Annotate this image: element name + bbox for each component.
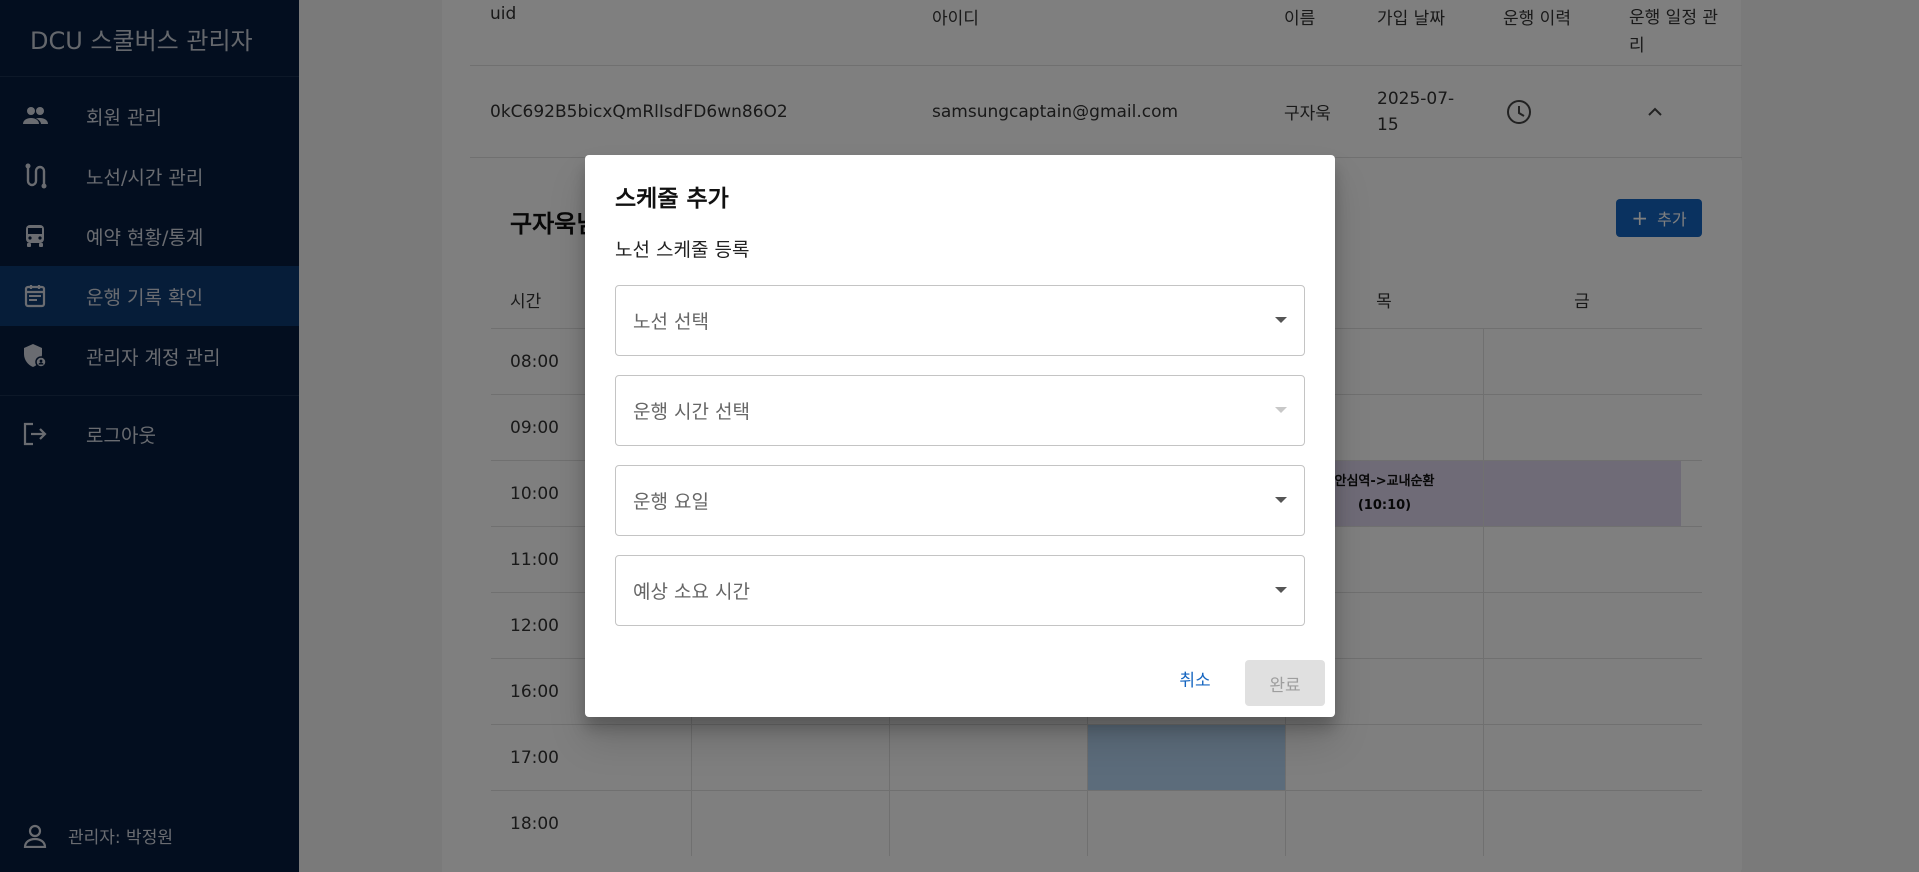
dropdown-arrow-icon <box>1275 317 1287 323</box>
time-select[interactable]: 운행 시간 선택 <box>615 375 1305 446</box>
route-select[interactable]: 노선 선택 <box>615 285 1305 356</box>
route-select-label: 노선 선택 <box>633 311 709 333</box>
time-select-label: 운행 시간 선택 <box>633 401 750 423</box>
weekday-select[interactable]: 운행 요일 <box>615 465 1305 536</box>
dropdown-arrow-icon <box>1275 587 1287 593</box>
add-schedule-dialog: 스케줄 추가 노선 스케줄 등록 노선 선택 운행 시간 선택 운행 요일 예상… <box>585 155 1335 717</box>
weekday-select-label: 운행 요일 <box>633 491 709 513</box>
duration-select[interactable]: 예상 소요 시간 <box>615 555 1305 626</box>
duration-select-label: 예상 소요 시간 <box>633 581 750 603</box>
dialog-title: 스케줄 추가 <box>615 186 729 212</box>
dropdown-arrow-icon <box>1275 497 1287 503</box>
done-button[interactable]: 완료 <box>1245 660 1325 706</box>
dialog-subtitle: 노선 스케줄 등록 <box>615 239 750 261</box>
cancel-button[interactable]: 취소 <box>1165 660 1225 696</box>
dropdown-arrow-icon <box>1275 407 1287 413</box>
